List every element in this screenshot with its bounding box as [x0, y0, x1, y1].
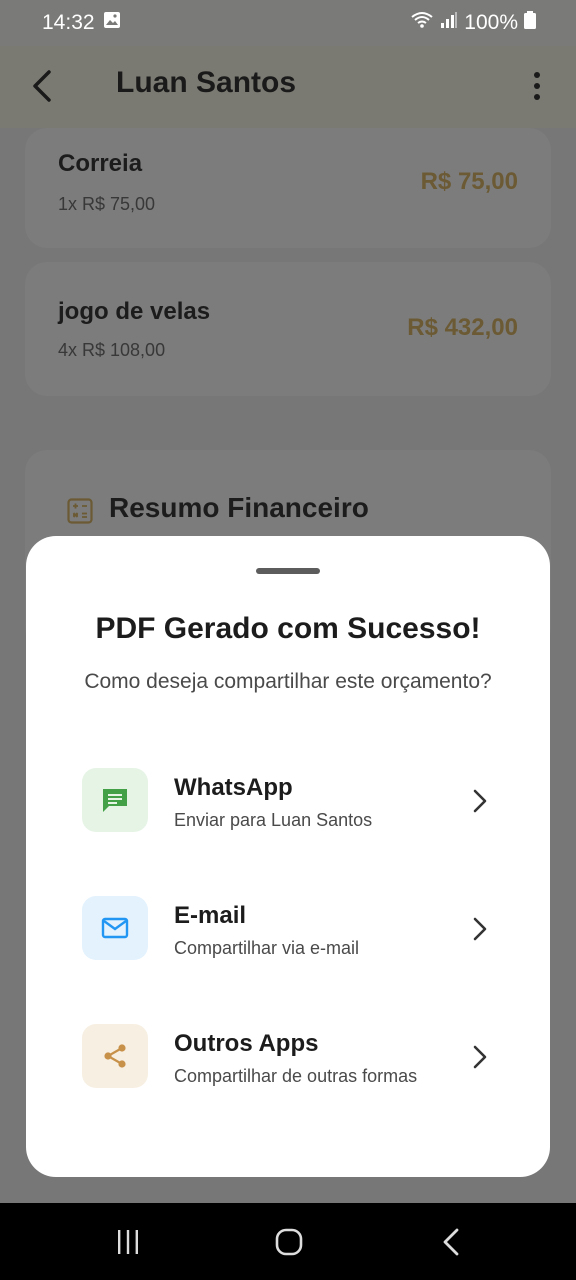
- list-item: Correia 1x R$ 75,00 R$ 75,00: [25, 128, 551, 248]
- page-title: Luan Santos: [116, 66, 297, 99]
- signal-icon: [440, 11, 458, 35]
- option-subtitle: Compartilhar de outras formas: [174, 1066, 418, 1086]
- share-option-whatsapp[interactable]: WhatsApp Enviar para Luan Santos: [82, 768, 502, 834]
- share-bottom-sheet: PDF Gerado com Sucesso! Como deseja comp…: [26, 536, 550, 1177]
- chevron-right-icon: [468, 914, 492, 944]
- chevron-right-icon: [468, 786, 492, 816]
- wifi-icon: [410, 11, 434, 35]
- calculator-icon: [67, 498, 93, 524]
- list-item: jogo de velas 4x R$ 108,00 R$ 432,00: [25, 262, 551, 396]
- item-detail: 4x R$ 108,00: [58, 340, 166, 360]
- option-subtitle: Enviar para Luan Santos: [174, 810, 373, 830]
- chevron-right-icon: [468, 1042, 492, 1072]
- option-title: Outros Apps: [174, 1030, 319, 1057]
- recent-apps-icon[interactable]: [114, 1225, 142, 1259]
- home-icon[interactable]: [274, 1225, 304, 1259]
- option-title: WhatsApp: [174, 774, 293, 801]
- summary-title: Resumo Financeiro: [109, 492, 369, 523]
- item-name: jogo de velas: [58, 298, 211, 325]
- system-nav-bar: [0, 1203, 576, 1280]
- battery-icon: [524, 11, 536, 35]
- option-title: E-mail: [174, 902, 247, 929]
- sheet-title: PDF Gerado com Sucesso!: [95, 612, 481, 645]
- quote-items-list: Correia 1x R$ 75,00 R$ 75,00 jogo de vel…: [0, 128, 576, 650]
- status-time: 14:32: [42, 11, 95, 34]
- app-bar: Luan Santos: [0, 46, 576, 128]
- battery-level: 100%: [464, 11, 518, 34]
- item-price: R$ 432,00: [407, 314, 518, 341]
- more-vert-icon[interactable]: [522, 66, 552, 106]
- share-icon: [82, 1024, 148, 1088]
- item-name: Correia: [58, 150, 143, 177]
- arrow-back-icon[interactable]: [22, 66, 62, 106]
- share-option-other-apps[interactable]: Outros Apps Compartilhar de outras forma…: [82, 1024, 502, 1090]
- back-icon[interactable]: [438, 1225, 464, 1259]
- option-subtitle: Compartilhar via e-mail: [174, 938, 360, 958]
- mail-icon: [82, 896, 148, 960]
- sheet-drag-handle[interactable]: [256, 568, 320, 574]
- share-option-email[interactable]: E-mail Compartilhar via e-mail: [82, 896, 502, 962]
- item-price: R$ 75,00: [420, 168, 518, 195]
- image-icon: [103, 11, 121, 35]
- message-icon: [82, 768, 148, 832]
- item-detail: 1x R$ 75,00: [58, 194, 156, 214]
- sheet-subtitle: Como deseja compartilhar este orçamento?: [84, 670, 492, 693]
- status-bar: 14:32 100%: [0, 0, 576, 46]
